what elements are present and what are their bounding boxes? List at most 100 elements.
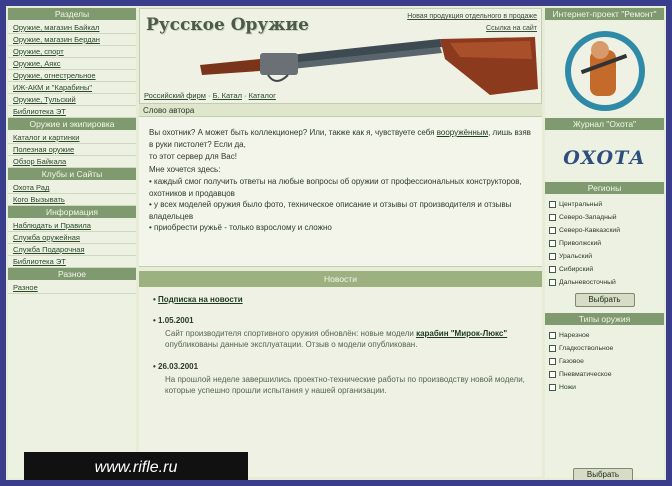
intro-line: Вы охотник? А может быть коллекционер? И… bbox=[149, 127, 532, 150]
nav-link[interactable]: ИЖ-АКМ и "Карабины" bbox=[8, 82, 136, 94]
news-list: Подписка на новости 1.05.2001 Сайт произ… bbox=[139, 287, 542, 477]
checkbox-icon bbox=[549, 371, 556, 378]
section-header: Информация bbox=[8, 206, 136, 218]
region-checkbox[interactable]: Северо-Западный bbox=[545, 211, 664, 224]
checkbox-icon bbox=[549, 253, 556, 260]
checkbox-label: Нарезное bbox=[559, 332, 590, 339]
news-item: 26.03.2001 На прошлой неделе завершились… bbox=[153, 362, 528, 396]
url-badge: www.rifle.ru bbox=[24, 452, 248, 480]
checkbox-icon bbox=[549, 227, 556, 234]
intro-link[interactable]: вооружённым bbox=[437, 128, 488, 137]
section-header: Оружие и экипировка bbox=[8, 118, 136, 130]
section-header: Разделы bbox=[8, 8, 136, 20]
okhota-logo: ОХОТА bbox=[563, 147, 646, 169]
nav-link[interactable]: Наблюдать и Правила bbox=[8, 220, 136, 232]
subline: Слово автора bbox=[139, 104, 542, 117]
nav-link[interactable]: Полезная оружие bbox=[8, 144, 136, 156]
checkbox-icon bbox=[549, 358, 556, 365]
region-checkbox[interactable]: Северо-Кавказский bbox=[545, 224, 664, 237]
header-banner: Русское Оружие Новая продукция отдельног… bbox=[139, 8, 542, 104]
nav-link[interactable]: Библиотека ЭТ bbox=[8, 256, 136, 268]
nav-link[interactable]: Оружие, Аякс bbox=[8, 58, 136, 70]
select-button-2[interactable]: Выбрать bbox=[573, 468, 633, 480]
region-checkbox[interactable]: Сибирский bbox=[545, 263, 664, 276]
nav-link[interactable]: Служба оружейная bbox=[8, 232, 136, 244]
section-header: Регионы bbox=[545, 182, 664, 194]
nav-link[interactable]: Оружие, Тульский bbox=[8, 94, 136, 106]
nav-link[interactable]: Обзор Байкала bbox=[8, 156, 136, 168]
list-item: у всех моделей оружия было фото, техниче… bbox=[149, 199, 532, 222]
nav-link[interactable]: Оружие, магазин Бердан bbox=[8, 34, 136, 46]
news-desc: На прошлой неделе завершились проектно-т… bbox=[153, 374, 528, 396]
checkbox-icon bbox=[549, 345, 556, 352]
region-checkbox[interactable]: Приволжский bbox=[545, 237, 664, 250]
region-checkbox[interactable]: Центральный bbox=[545, 198, 664, 211]
intro-text: Вы охотник? А может быть коллекционер? И… bbox=[139, 117, 542, 267]
breadcrumb-item[interactable]: Российский фирм bbox=[144, 91, 206, 100]
type-checkbox[interactable]: Ножи bbox=[545, 381, 664, 394]
main-content: Русское Оружие Новая продукция отдельног… bbox=[139, 8, 542, 478]
checkbox-label: Гладкоствольное bbox=[559, 345, 614, 352]
type-checkbox[interactable]: Газовое bbox=[545, 355, 664, 368]
news-date-text: 26.03.2001 bbox=[158, 362, 199, 371]
intro-text-part: чувствуете себя bbox=[374, 128, 435, 137]
news-header: Новости bbox=[139, 271, 542, 287]
type-checkbox[interactable]: Пневматическое bbox=[545, 368, 664, 381]
checkbox-icon bbox=[549, 332, 556, 339]
type-checkbox[interactable]: Нарезное bbox=[545, 329, 664, 342]
list-item: приобрести ружьё - только взрослому и сл… bbox=[149, 222, 532, 234]
breadcrumb: Российский фирм · Б. Катал · Каталог bbox=[144, 91, 276, 100]
section-header: Интернет-проект "Ремонт" bbox=[545, 8, 664, 20]
nav-link[interactable]: Служба Подарочная bbox=[8, 244, 136, 256]
news-date: 1.05.2001 bbox=[153, 316, 528, 325]
checkbox-label: Сибирский bbox=[559, 266, 594, 273]
region-checkbox[interactable]: Дальневосточный bbox=[545, 276, 664, 289]
checkbox-label: Северо-Западный bbox=[559, 214, 617, 221]
checkbox-label: Газовое bbox=[559, 358, 584, 365]
nav-link[interactable]: Кого Вызывать bbox=[8, 194, 136, 206]
browser-viewport: Разделы Оружие, магазин Байкал Оружие, м… bbox=[6, 6, 666, 480]
nav-link[interactable]: Оружие, спорт bbox=[8, 46, 136, 58]
nav-link[interactable]: Оружие, огнестрельное bbox=[8, 70, 136, 82]
checkbox-label: Пневматическое bbox=[559, 371, 612, 378]
nav-link[interactable]: Библиотека ЭТ bbox=[8, 106, 136, 118]
breadcrumb-item[interactable]: Каталог bbox=[249, 91, 276, 100]
partner-banner[interactable] bbox=[545, 24, 664, 118]
top-link[interactable]: Новая продукция отдельного в продаже bbox=[407, 13, 537, 20]
news-desc: Сайт производителя спортивного оружия об… bbox=[153, 328, 528, 350]
section-header: Клубы и Сайты bbox=[8, 168, 136, 180]
checkbox-label: Северо-Кавказский bbox=[559, 227, 621, 234]
news-subscribe: Подписка на новости bbox=[153, 295, 528, 304]
site-title: Русское Оружие bbox=[146, 15, 309, 35]
left-sidebar: Разделы Оружие, магазин Байкал Оружие, м… bbox=[8, 8, 136, 478]
checkbox-icon bbox=[549, 266, 556, 273]
checkbox-icon bbox=[549, 240, 556, 247]
intro-line: Мне хочется здесь: bbox=[149, 164, 221, 174]
checkbox-label: Центральный bbox=[559, 201, 603, 208]
news-link[interactable]: карабин "Мирок-Люкс" bbox=[416, 329, 507, 338]
nav-link[interactable]: Разное bbox=[8, 282, 136, 294]
type-checkbox[interactable]: Гладкоствольное bbox=[545, 342, 664, 355]
section-header: Журнал "Охота" bbox=[545, 118, 664, 130]
top-link[interactable]: Ссылка на сайт bbox=[486, 25, 537, 32]
news-item: 1.05.2001 Сайт производителя спортивного… bbox=[153, 316, 528, 350]
checkbox-icon bbox=[549, 279, 556, 286]
checkbox-icon bbox=[549, 201, 556, 208]
region-checkbox[interactable]: Уральский bbox=[545, 250, 664, 263]
breadcrumb-item[interactable]: Б. Катал bbox=[213, 91, 242, 100]
hunter-logo-icon bbox=[564, 31, 645, 111]
checkbox-label: Ножи bbox=[559, 384, 576, 391]
list-item: каждый смог получить ответы на любые воп… bbox=[149, 176, 532, 199]
checkbox-icon bbox=[549, 214, 556, 221]
okhota-banner[interactable]: ОХОТА bbox=[545, 134, 664, 182]
nav-link[interactable]: Оружие, магазин Байкал bbox=[8, 22, 136, 34]
checkbox-label: Дальневосточный bbox=[559, 279, 616, 286]
nav-link[interactable]: Каталог и картинки bbox=[8, 132, 136, 144]
select-button[interactable]: Выбрать bbox=[574, 293, 635, 307]
news-date: 26.03.2001 bbox=[153, 362, 528, 371]
subscribe-link[interactable]: Подписка на новости bbox=[158, 295, 243, 304]
news-text: опубликованы данные эксплуатации. Отзыв … bbox=[165, 340, 418, 349]
checkbox-label: Уральский bbox=[559, 253, 593, 260]
nav-link[interactable]: Охота Рад bbox=[8, 182, 136, 194]
checkbox-icon bbox=[549, 384, 556, 391]
